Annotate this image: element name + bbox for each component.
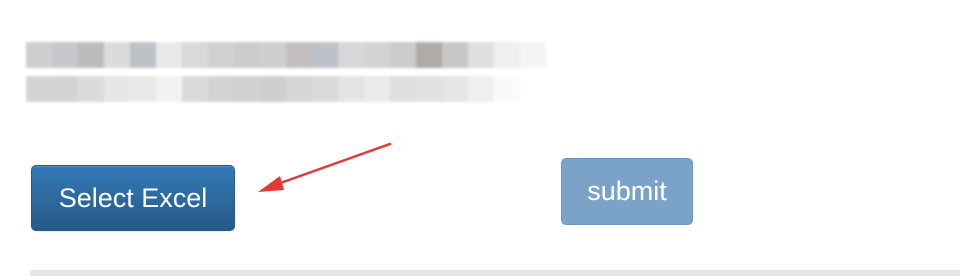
annotation-arrow-icon [258, 142, 392, 192]
redacted-pixel [52, 76, 78, 102]
redacted-pixel [26, 42, 52, 68]
redacted-pixel [286, 42, 312, 68]
redacted-pixel [364, 42, 390, 68]
redacted-pixel [234, 42, 260, 68]
redacted-pixel [390, 42, 416, 68]
redacted-pixel [494, 42, 520, 68]
redacted-pixel [52, 42, 78, 68]
redacted-pixel [26, 76, 52, 102]
redacted-pixel [208, 76, 234, 102]
redacted-pixel [156, 42, 182, 68]
redacted-pixel [260, 76, 286, 102]
redacted-pixel [442, 42, 468, 68]
redacted-pixel [390, 76, 416, 102]
redacted-pixel [338, 76, 364, 102]
redacted-pixel [312, 76, 338, 102]
redacted-pixel [182, 42, 208, 68]
redacted-pixel [416, 76, 442, 102]
arrow-shaft [270, 142, 392, 188]
redacted-pixel [468, 42, 494, 68]
redacted-pixel [78, 42, 104, 68]
page: Select Excel submit [0, 0, 960, 276]
redacted-pixel [286, 76, 312, 102]
redacted-text-block [26, 42, 546, 104]
redacted-pixel [364, 76, 390, 102]
redacted-pixel [416, 42, 442, 68]
redacted-pixel [130, 42, 156, 68]
redacted-pixel [520, 76, 546, 102]
redacted-pixel [104, 76, 130, 102]
redacted-pixel [338, 42, 364, 68]
redacted-pixel [104, 42, 130, 68]
redacted-pixel [520, 42, 546, 68]
redacted-pixel [234, 76, 260, 102]
arrow-head [258, 176, 284, 192]
redacted-pixel [468, 76, 494, 102]
redacted-pixel [182, 76, 208, 102]
redacted-pixel [208, 42, 234, 68]
redacted-pixel [78, 76, 104, 102]
divider [30, 270, 960, 276]
redacted-pixel [260, 42, 286, 68]
redacted-pixel [312, 42, 338, 68]
select-excel-button[interactable]: Select Excel [31, 165, 235, 231]
redacted-pixel [442, 76, 468, 102]
redacted-pixel [494, 76, 520, 102]
redacted-pixel [130, 76, 156, 102]
submit-button[interactable]: submit [561, 158, 693, 225]
redacted-pixel [156, 76, 182, 102]
